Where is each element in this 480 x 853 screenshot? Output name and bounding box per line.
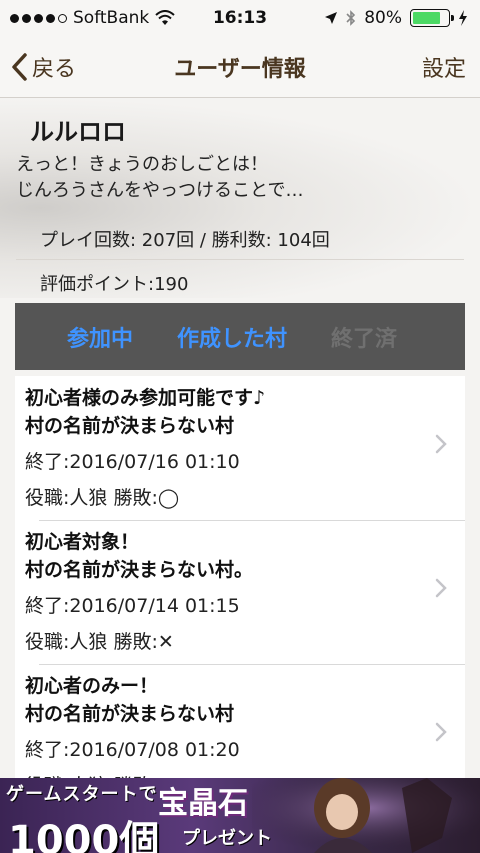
banner-gem: 宝晶石 <box>158 786 248 821</box>
status-bar: SoftBank 16:13 80% <box>0 0 480 36</box>
village-title: 初心者のみー！ 村の名前が決まらない村 <box>25 672 465 728</box>
back-button[interactable]: 戻る <box>10 51 76 83</box>
village-role-result: 役職:人狼 勝敗:◯ <box>25 487 180 509</box>
village-title-line1: 初心者様のみ参加可能です♪ <box>25 387 266 409</box>
banner-character-art <box>252 778 480 853</box>
tab-joined[interactable]: 参加中 <box>67 321 133 353</box>
profile-message: えっと！きょうのおしごとは！ じんろうさんをやっつけることで… <box>16 152 303 204</box>
battery-percent: 80% <box>364 8 402 28</box>
village-end-date: 終了:2016/07/14 01:15 <box>25 595 240 617</box>
village-end-date: 終了:2016/07/16 01:10 <box>25 451 240 473</box>
settings-button[interactable]: 設定 <box>422 51 466 83</box>
battery-level <box>413 12 441 24</box>
chevron-left-icon <box>12 52 27 81</box>
village-role-result: 役職:人狼 勝敗:✕ <box>25 631 174 653</box>
chevron-right-icon <box>435 722 447 742</box>
profile-message-line1: えっと！きょうのおしごとは！ <box>16 154 268 175</box>
wifi-icon <box>155 10 175 25</box>
ad-banner[interactable]: ゲームスタートで 宝晶石 1000個 プレゼント <box>0 778 480 853</box>
village-end-date: 終了:2016/07/08 01:20 <box>25 739 240 761</box>
tab-finished[interactable]: 終了済 <box>331 321 397 353</box>
bluetooth-icon <box>346 10 356 26</box>
village-title: 初心者様のみ参加可能です♪ 村の名前が決まらない村 <box>25 384 465 440</box>
village-title-line1: 初心者対象！ <box>25 531 140 553</box>
village-title-line1: 初心者のみー！ <box>25 675 159 697</box>
tab-created[interactable]: 作成した村 <box>177 321 287 353</box>
village-title-line2: 村の名前が決まらない村 <box>25 703 235 725</box>
list-item[interactable]: 初心者対象！ 村の名前が決まらない村。 終了:2016/07/14 01:15 … <box>15 520 465 664</box>
status-right: 80% <box>324 8 468 28</box>
village-title-line2: 村の名前が決まらない村。 <box>25 559 254 581</box>
rating-points: 評価ポイント:190 <box>40 274 189 295</box>
village-tabs: 参加中 作成した村 終了済 <box>15 303 465 370</box>
banner-count: 1000個 <box>8 818 160 853</box>
divider <box>16 259 464 260</box>
list-item[interactable]: 初心者様のみ参加可能です♪ 村の名前が決まらない村 終了:2016/07/16 … <box>15 376 465 520</box>
profile-section: ルルロロ えっと！きょうのおしごとは！ じんろうさんをやっつけることで… プレイ… <box>0 98 480 298</box>
chevron-right-icon <box>435 578 447 598</box>
play-stats: プレイ回数: 207回 / 勝利数: 104回 <box>40 230 330 251</box>
chevron-right-icon <box>435 434 447 454</box>
back-label: 戻る <box>32 56 77 82</box>
banner-line1: ゲームスタートで <box>6 784 158 805</box>
status-left: SoftBank <box>10 8 175 28</box>
village-title: 初心者対象！ 村の名前が決まらない村。 <box>25 528 465 584</box>
profile-message-line2: じんろうさんをやっつけることで… <box>16 180 304 201</box>
village-list: 初心者様のみ参加可能です♪ 村の名前が決まらない村 終了:2016/07/16 … <box>15 376 465 786</box>
signal-strength-icon <box>10 13 67 23</box>
username: ルルロロ <box>30 118 126 146</box>
navigation-bar: 戻る ユーザー情報 設定 <box>0 36 480 98</box>
carrier-label: SoftBank <box>73 8 150 28</box>
charging-icon <box>459 10 467 26</box>
list-item[interactable]: 初心者のみー！ 村の名前が決まらない村 終了:2016/07/08 01:20 … <box>15 664 465 786</box>
battery-icon <box>410 9 454 27</box>
location-arrow-icon <box>325 12 338 24</box>
village-title-line2: 村の名前が決まらない村 <box>25 415 235 437</box>
